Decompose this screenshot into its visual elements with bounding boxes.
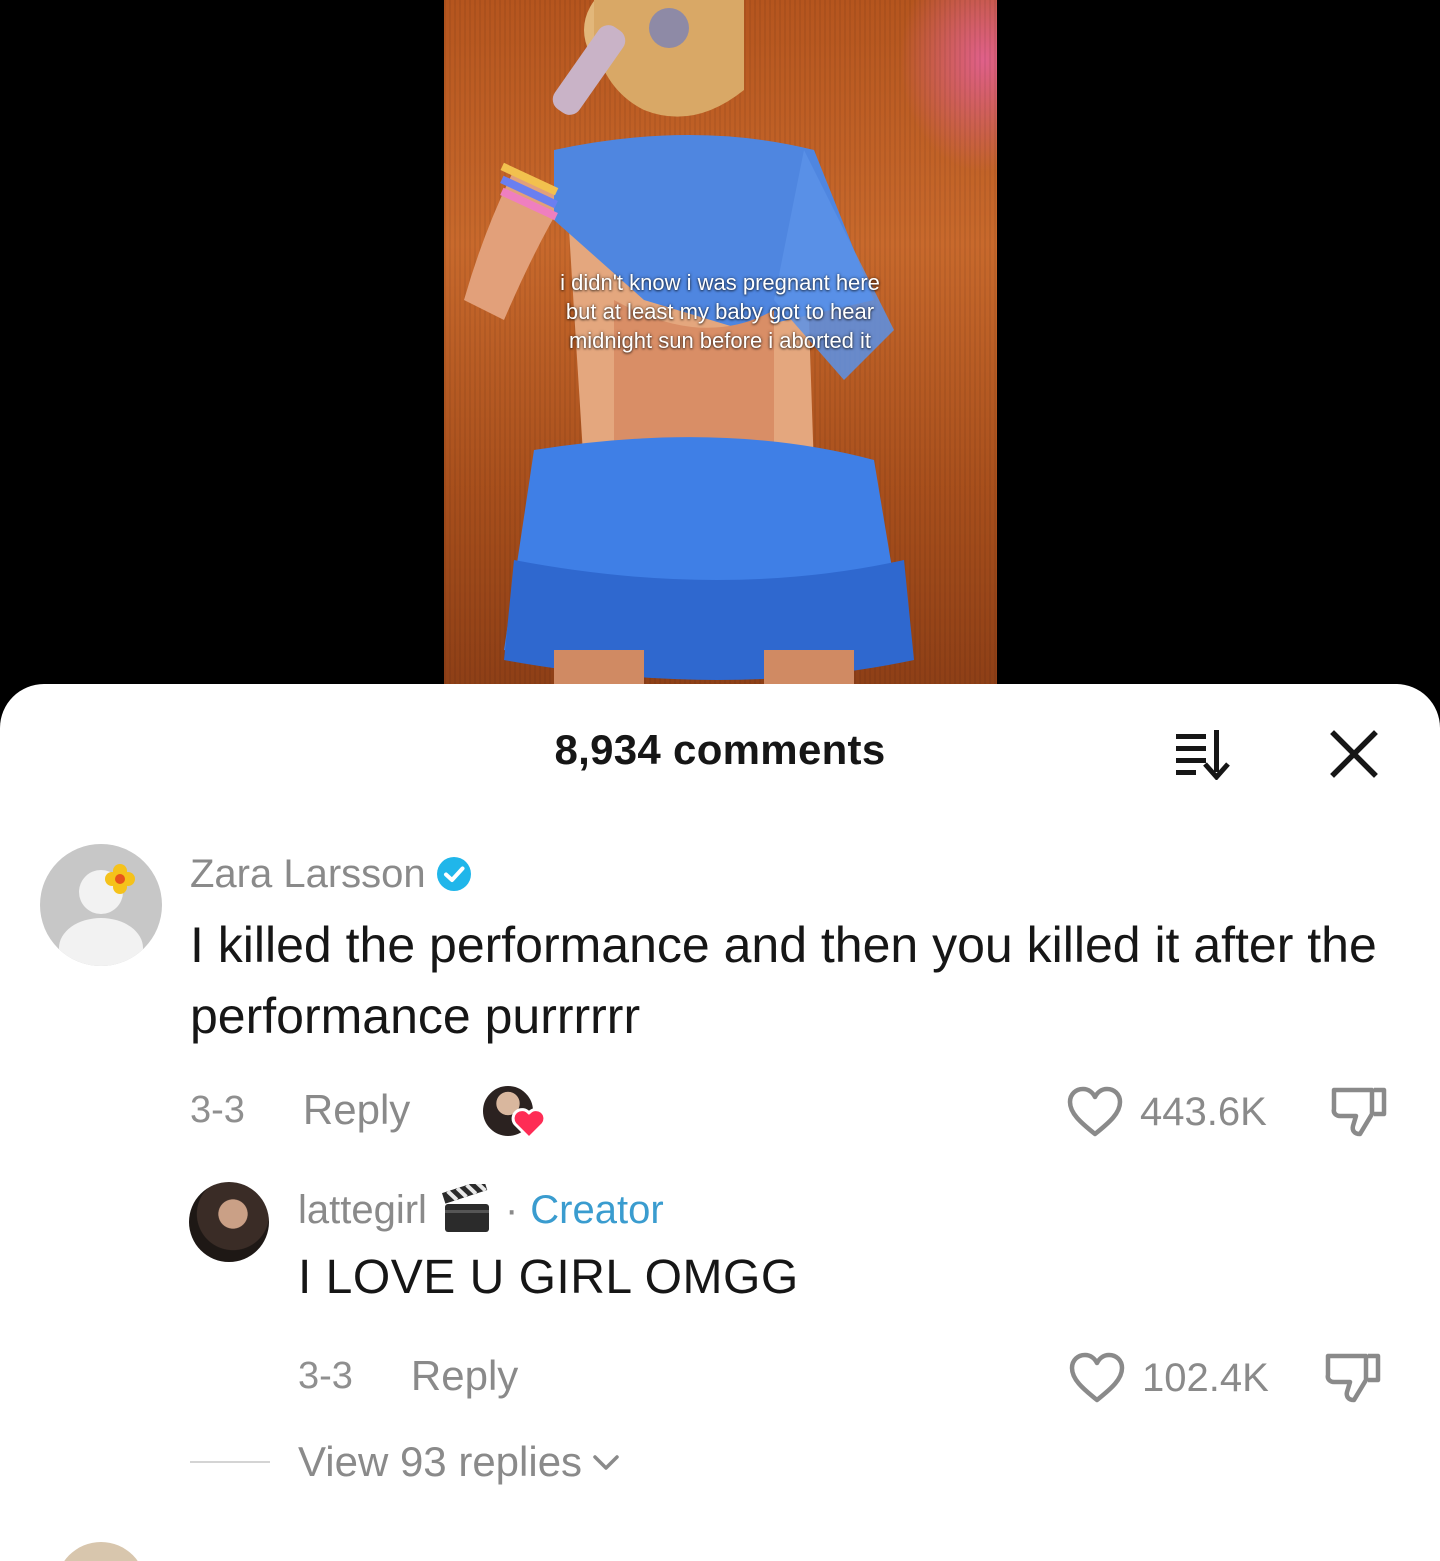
creator-liked-indicator [481, 1084, 547, 1144]
view-replies-label: View 93 replies [298, 1438, 583, 1485]
comment-like-button[interactable]: 443.6K [1066, 1082, 1267, 1142]
view-replies-divider [190, 1461, 270, 1463]
close-icon [1330, 730, 1378, 778]
next-comment-avatar[interactable] [56, 1542, 146, 1561]
comment-author-name[interactable]: Zara Larsson [190, 852, 426, 897]
thumbs-down-icon [1331, 1087, 1387, 1137]
creator-tag: Creator [530, 1187, 664, 1232]
comment-dislike-button[interactable] [1330, 1080, 1390, 1140]
comment-author-line: Zara Larsson [190, 850, 472, 898]
reply-author-line: lattegirl · Creator [298, 1184, 664, 1236]
verified-badge-icon [436, 857, 471, 891]
chevron-down-icon [593, 1455, 619, 1470]
heart-outline-icon [1069, 1352, 1125, 1403]
commenter-avatar[interactable] [40, 844, 162, 966]
video-caption: i didn't know i was pregnant here but at… [560, 270, 880, 353]
heart-outline-icon [1067, 1086, 1123, 1137]
reply-meta-row: 3-3 Reply [298, 1346, 518, 1406]
comment-date: 3-3 [190, 1088, 245, 1131]
comment-text: I killed the performance and then you ki… [190, 917, 1377, 1044]
reply-dislike-button[interactable] [1324, 1346, 1384, 1406]
comment-reply-button[interactable]: Reply [303, 1086, 410, 1134]
comments-sheet: 8,934 comments Zara Larsson I killed the… [0, 684, 1440, 1561]
sort-button[interactable] [1172, 728, 1238, 781]
clapperboard-emoji-icon [441, 1184, 489, 1232]
reply-author-name[interactable]: lattegirl [298, 1188, 427, 1233]
default-avatar-icon [59, 864, 143, 966]
view-replies-button[interactable]: View 93 replies [190, 1436, 620, 1488]
reply-date: 3-3 [298, 1354, 353, 1397]
reply-author-avatar[interactable] [189, 1182, 269, 1262]
close-button[interactable] [1326, 728, 1382, 780]
thumbs-down-icon [1325, 1353, 1381, 1403]
reply-like-count: 102.4K [1142, 1355, 1269, 1400]
comment-meta-row: 3-3 Reply [190, 1080, 410, 1140]
video-player[interactable]: i didn't know i was pregnant here but at… [0, 0, 1440, 700]
tag-separator: · [504, 1187, 519, 1232]
sort-icon [1176, 730, 1230, 781]
creator-liked-heart-icon [511, 1108, 547, 1140]
reply-text: I LOVE U GIRL OMGG [298, 1251, 799, 1304]
reply-reply-button[interactable]: Reply [411, 1352, 518, 1400]
comment-like-count: 443.6K [1140, 1089, 1267, 1134]
reply-like-button[interactable]: 102.4K [1068, 1348, 1269, 1408]
